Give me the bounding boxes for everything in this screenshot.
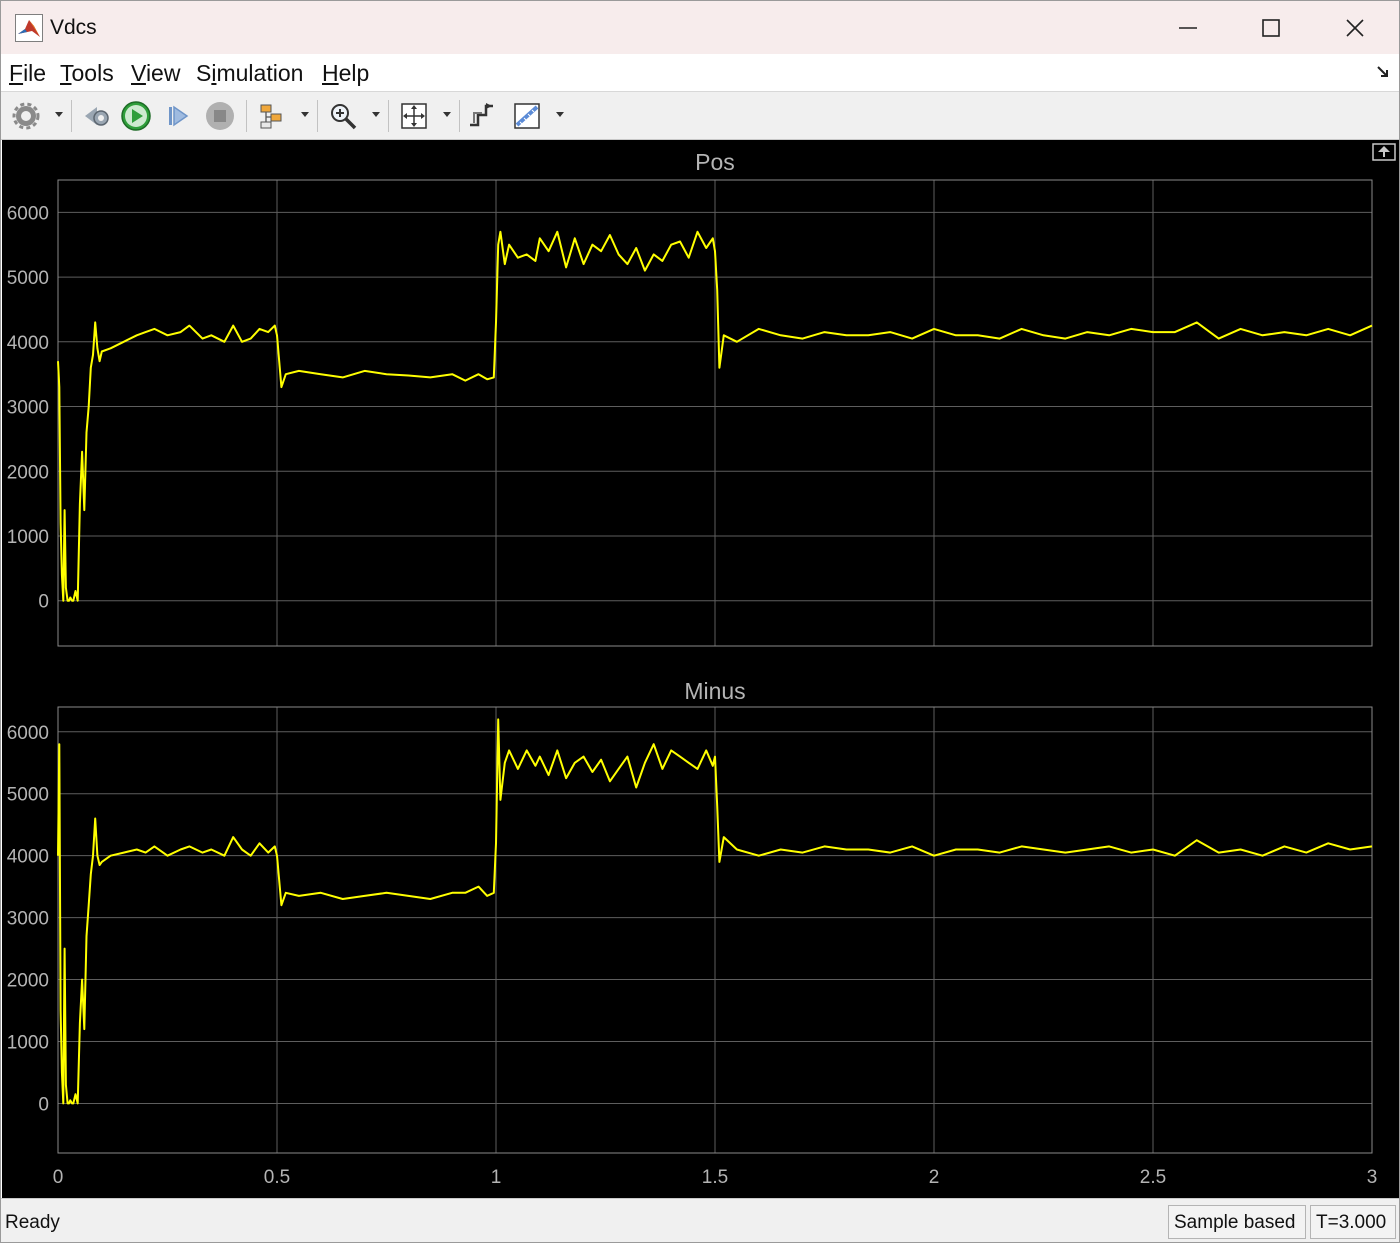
toolbar-separator — [71, 100, 72, 132]
y-tick-label: 5000 — [7, 785, 49, 806]
menu-bar: File Tools View Simulation Help — [1, 54, 1399, 92]
y-tick-label: 0 — [38, 1094, 49, 1115]
y-tick-label: 2000 — [7, 971, 49, 992]
minimize-button[interactable] — [1146, 1, 1230, 54]
undock-arrow-icon[interactable] — [1375, 64, 1391, 80]
menu-tools[interactable]: Tools — [60, 60, 114, 87]
matlab-logo-icon — [15, 14, 43, 42]
toolbar — [1, 92, 1399, 140]
y-tick-label: 6000 — [7, 723, 49, 744]
maximize-button[interactable] — [1229, 1, 1313, 54]
x-tick-label: 0 — [53, 1167, 64, 1188]
scope-display: 0 1000 2000 3000 4000 5000 6000 Pos 0 1000 2000 300… — [2, 140, 1399, 1198]
maximize-icon — [1262, 18, 1280, 37]
measurement-ruler-button[interactable] — [510, 98, 544, 134]
zoom-in-button[interactable] — [326, 98, 360, 134]
run-icon — [121, 101, 151, 131]
x-tick-label: 2 — [929, 1167, 940, 1188]
run-button[interactable] — [119, 98, 153, 134]
y-tick-label: 4000 — [7, 847, 49, 868]
settings-icon — [12, 102, 40, 130]
status-text: Ready — [5, 1212, 60, 1233]
step-forward-icon — [169, 105, 189, 127]
x-tick-label: 3 — [1367, 1167, 1378, 1188]
title-bar: Vdcs — [1, 1, 1399, 54]
highlight-block-icon — [260, 104, 282, 129]
y-tick-label: 6000 — [7, 203, 49, 224]
scope-window: Vdcs File Tools View Simulation Help 0 1… — [0, 0, 1400, 1243]
step-forward-button[interactable] — [161, 98, 195, 134]
y-tick-label: 0 — [38, 592, 49, 613]
settings-button[interactable] — [9, 98, 43, 134]
toolbar-separator — [246, 100, 247, 132]
layout-toggle-icon[interactable] — [1372, 143, 1396, 161]
settings-dropdown-arrow[interactable] — [55, 112, 63, 117]
autoscale-icon — [401, 103, 427, 129]
highlight-block-button[interactable] — [255, 98, 289, 134]
y-tick-label: 5000 — [7, 268, 49, 289]
status-bar: Ready Sample based T=3.000 — [1, 1198, 1399, 1242]
highlight-dropdown-arrow[interactable] — [301, 112, 309, 117]
x-tick-label: 0.5 — [264, 1167, 290, 1188]
measurement-dropdown-arrow[interactable] — [556, 112, 564, 117]
menu-help[interactable]: Help — [322, 60, 369, 87]
menu-view[interactable]: View — [131, 60, 180, 87]
y-tick-label: 2000 — [7, 462, 49, 483]
plot-title: Minus — [684, 678, 745, 704]
y-tick-label: 1000 — [7, 1033, 49, 1054]
signal-selector-icon — [470, 103, 493, 127]
y-tick-label: 4000 — [7, 333, 49, 354]
zoom-in-icon — [331, 104, 357, 130]
x-tick-label: 1 — [491, 1167, 502, 1188]
x-tick-label: 1.5 — [702, 1167, 728, 1188]
y-tick-label: 3000 — [7, 909, 49, 930]
step-back-icon — [85, 107, 109, 126]
y-tick-label: 1000 — [7, 527, 49, 548]
simulation-time-indicator: T=3.000 — [1310, 1205, 1396, 1239]
y-tick-label: 3000 — [7, 398, 49, 419]
zoom-dropdown-arrow[interactable] — [372, 112, 380, 117]
stop-button[interactable] — [203, 98, 237, 134]
menu-file[interactable]: File — [9, 60, 46, 87]
close-icon — [1346, 18, 1364, 37]
sample-mode-indicator: Sample based — [1168, 1205, 1306, 1239]
menu-simulation[interactable]: Simulation — [196, 60, 303, 87]
signal-selector-button[interactable] — [464, 98, 498, 134]
minimize-icon — [1179, 26, 1197, 29]
autoscale-button[interactable] — [397, 98, 431, 134]
toolbar-separator — [317, 100, 318, 132]
step-back-button[interactable] — [79, 98, 113, 134]
toolbar-separator — [388, 100, 389, 132]
window-title: Vdcs — [50, 16, 97, 39]
x-tick-label: 2.5 — [1140, 1167, 1166, 1188]
measurement-ruler-icon — [514, 103, 540, 129]
plot-title: Pos — [695, 149, 735, 175]
close-button[interactable] — [1313, 1, 1397, 54]
stop-icon — [206, 102, 234, 130]
scope-plots: 0100020003000400050006000Pos010002000300… — [7, 143, 1396, 1188]
toolbar-separator — [459, 100, 460, 132]
autoscale-dropdown-arrow[interactable] — [443, 112, 451, 117]
